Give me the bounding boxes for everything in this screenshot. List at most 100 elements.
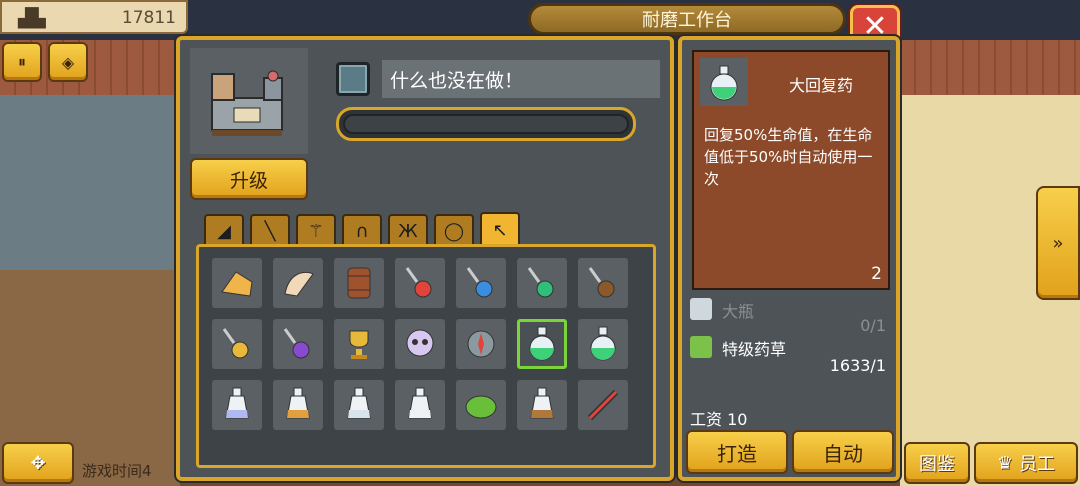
category-tab-wand[interactable]: ⚚ xyxy=(296,214,336,246)
staff-label: 员工 xyxy=(1019,454,1056,475)
cheese-icon xyxy=(221,271,253,297)
purple-pendant-icon xyxy=(283,328,310,359)
speed-button[interactable]: ◈ xyxy=(48,42,88,82)
green-potion-icon xyxy=(529,326,555,361)
item-slot[interactable] xyxy=(212,319,262,369)
large-potion-icon xyxy=(590,326,616,361)
material-row-bottle: 大瓶 0/1 xyxy=(690,296,890,335)
pause-icon: ⏸ xyxy=(17,52,26,71)
stone-floor-left xyxy=(0,95,180,270)
category-tab-sword[interactable]: ╲ xyxy=(250,214,290,246)
game-time-label: 游戏时间4 xyxy=(82,462,152,480)
item-slot[interactable] xyxy=(334,380,384,430)
barrel-icon xyxy=(347,267,371,299)
item-slot[interactable] xyxy=(456,380,506,430)
shield-icon: ◢ xyxy=(217,220,231,242)
trophy-icon xyxy=(349,330,369,359)
ring-icon: ◯ xyxy=(443,220,465,242)
item-slot[interactable] xyxy=(517,380,567,430)
item-slot[interactable] xyxy=(212,380,262,430)
brown-pendant-icon xyxy=(588,267,615,298)
item-slot[interactable] xyxy=(517,319,567,369)
dpad-button[interactable]: ✥ xyxy=(2,442,74,484)
item-slot[interactable] xyxy=(456,258,506,308)
item-slot[interactable] xyxy=(273,319,323,369)
red-pendant-icon xyxy=(405,267,432,298)
gold-pendant-icon xyxy=(222,328,249,359)
green-pendant-icon xyxy=(527,267,554,298)
brown-flask-icon xyxy=(530,387,554,419)
craft-button[interactable]: 打造 xyxy=(686,430,788,474)
wage-label: 工资 10 xyxy=(690,410,748,429)
dpad-icon: ✥ xyxy=(30,452,46,474)
large-potion-icon xyxy=(710,65,738,101)
encyclopedia-button[interactable]: 图鉴 xyxy=(904,442,970,484)
item-slot[interactable] xyxy=(517,258,567,308)
window-title: 耐磨工作台 xyxy=(528,3,846,35)
item-slot[interactable] xyxy=(578,258,628,308)
item-slot[interactable] xyxy=(578,319,628,369)
item-slot[interactable] xyxy=(334,258,384,308)
status-text: 什么也没在做！ xyxy=(382,60,660,98)
item-slot[interactable] xyxy=(456,319,506,369)
expand-side-button[interactable]: » xyxy=(1036,186,1080,300)
blue-white-flask-icon xyxy=(225,387,249,419)
material-row-herb: 特级药草 1633/1 xyxy=(690,334,890,380)
selected-item-description: 回复50%生命值，在生命值低于50%时自动使用一次 xyxy=(704,126,873,188)
category-tab-helmet[interactable]: ∩ xyxy=(342,214,382,246)
auto-queue-checkbox[interactable] xyxy=(336,62,370,96)
category-tab-shield[interactable]: ◢ xyxy=(204,214,244,246)
gold-counter: ▟▙ 17811 xyxy=(0,0,188,34)
red-wand-icon xyxy=(587,389,619,421)
building-icon: ▟▙ xyxy=(18,8,46,29)
selected-item-name: 大回复药 xyxy=(788,76,853,95)
category-tab-ring[interactable]: ◯ xyxy=(434,214,474,246)
wand-icon: ⚚ xyxy=(307,220,325,242)
bottle-icon xyxy=(690,298,712,320)
item-slot[interactable] xyxy=(273,258,323,308)
sword-icon: ╲ xyxy=(264,220,276,242)
speed-icon: ◈ xyxy=(61,52,75,72)
selected-item-owned-count: 2 xyxy=(871,264,882,284)
crafting-progress-bar xyxy=(336,107,636,141)
compass-icon xyxy=(467,330,495,358)
material-count: 0/1 xyxy=(860,316,886,335)
gold-amount: 17811 xyxy=(121,8,176,28)
pickaxe-icon: ↖ xyxy=(492,219,508,241)
item-slot[interactable] xyxy=(578,380,628,430)
item-slot[interactable] xyxy=(395,319,445,369)
white-flask-icon xyxy=(408,387,432,419)
item-slot[interactable] xyxy=(273,380,323,430)
item-slot[interactable] xyxy=(395,258,445,308)
category-tab-pickaxe[interactable]: ↖ xyxy=(480,212,520,246)
blue-pendant-icon xyxy=(466,267,493,298)
staff-button[interactable]: ♛ 员工 xyxy=(974,442,1078,484)
item-description-card: 大回复药 回复50%生命值，在生命值低于50%时自动使用一次 2 xyxy=(692,50,890,290)
clear-flask-icon xyxy=(347,387,371,419)
helmet-icon: ∩ xyxy=(355,220,369,242)
shell-icon xyxy=(284,271,314,297)
item-slot[interactable] xyxy=(395,380,445,430)
orange-flask-icon xyxy=(286,387,310,419)
skull-icon xyxy=(406,329,434,357)
workbench-icon xyxy=(211,70,283,136)
armor-icon: Ж xyxy=(398,220,418,242)
category-tab-armor[interactable]: Ж xyxy=(388,214,428,246)
item-slot[interactable] xyxy=(212,258,262,308)
pause-button[interactable]: ⏸ xyxy=(2,42,42,82)
encyclopedia-label: 图鉴 xyxy=(919,454,955,475)
green-slime-icon xyxy=(465,395,497,419)
crown-icon: ♛ xyxy=(996,452,1014,474)
upgrade-button[interactable]: 升级 xyxy=(190,158,308,200)
brick-wall-right xyxy=(900,40,1080,95)
material-name: 特级药草 xyxy=(722,340,787,359)
workbench-image xyxy=(190,48,308,154)
material-name: 大瓶 xyxy=(722,302,755,321)
item-slot[interactable] xyxy=(334,319,384,369)
progress-track xyxy=(343,114,629,134)
herb-icon xyxy=(690,336,712,358)
double-chevron-right-icon: » xyxy=(1052,232,1064,254)
selected-item-icon-box xyxy=(700,58,748,106)
material-count: 1633/1 xyxy=(829,356,886,375)
auto-button[interactable]: 自动 xyxy=(792,430,894,474)
